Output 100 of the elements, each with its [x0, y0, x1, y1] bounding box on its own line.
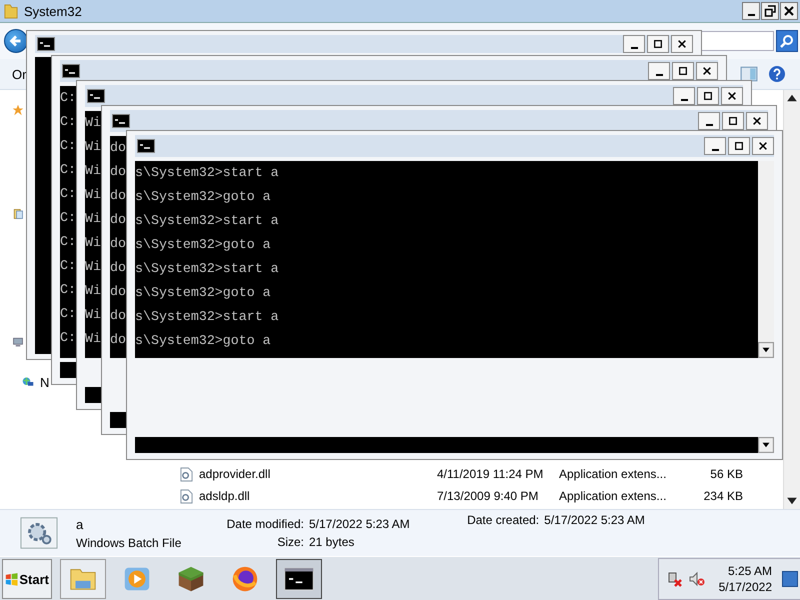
- network-error-icon[interactable]: [666, 571, 683, 587]
- maximize-button[interactable]: [722, 112, 744, 130]
- console-line: C:: [60, 113, 76, 131]
- console-line: C:: [60, 305, 76, 323]
- star-icon[interactable]: [12, 104, 24, 116]
- minimize-button[interactable]: [673, 87, 695, 105]
- console-line: s\System32>start a: [135, 164, 279, 182]
- close-icon: [677, 39, 687, 49]
- restore-button[interactable]: [761, 2, 779, 20]
- gear-file-icon: [20, 516, 58, 550]
- minimize-icon: [680, 99, 688, 101]
- start-button[interactable]: Start: [2, 559, 52, 599]
- console-line: s\System32>goto a: [135, 188, 271, 206]
- console-line: C:: [60, 329, 76, 347]
- console-line: Wi: [85, 258, 101, 276]
- field-value: 21 bytes: [309, 535, 356, 549]
- file-type: Application extens...: [559, 467, 668, 481]
- close-icon: [758, 141, 768, 151]
- console-line: Wi: [85, 162, 101, 180]
- scroll-down-button[interactable]: [758, 342, 774, 358]
- library-icon[interactable]: [12, 208, 24, 220]
- console-line: s\System32>start a: [135, 308, 279, 326]
- console-line: do: [110, 211, 126, 229]
- network-icon[interactable]: [22, 376, 34, 388]
- console-line: s\System32>start a: [135, 260, 279, 278]
- console-line: C:: [60, 161, 76, 179]
- grass-block-icon: [176, 564, 206, 594]
- console-line: s\System32>start a: [135, 212, 279, 230]
- console-line: s\System32>goto a: [135, 332, 271, 350]
- maximize-button[interactable]: [647, 35, 669, 53]
- console-line: C:: [60, 89, 76, 107]
- maximize-button[interactable]: [697, 87, 719, 105]
- help-icon[interactable]: [768, 65, 786, 83]
- console-line: Wi: [85, 210, 101, 228]
- console-line: do: [110, 187, 126, 205]
- maximize-icon: [703, 91, 713, 101]
- nav-label[interactable]: N: [40, 374, 50, 390]
- maximize-button[interactable]: [672, 62, 694, 80]
- console-line: do: [110, 163, 126, 181]
- minimize-button[interactable]: [648, 62, 670, 80]
- window-title: System32: [24, 4, 83, 18]
- field-label: Date modified:: [226, 517, 304, 531]
- console-line: Wi: [85, 186, 101, 204]
- minimize-button[interactable]: [698, 112, 720, 130]
- browser-icon: [230, 564, 260, 594]
- console-line: Wi: [85, 138, 101, 156]
- scroll-down-button[interactable]: [758, 437, 774, 453]
- file-type: Windows Batch File: [76, 536, 182, 550]
- clock-time[interactable]: 5:25 AM: [728, 564, 772, 578]
- minimize-icon: [712, 149, 718, 151]
- close-button[interactable]: [752, 137, 774, 155]
- organize-menu[interactable]: Or: [10, 66, 28, 82]
- console-app-button[interactable]: [276, 559, 322, 599]
- windows-flag-icon: [5, 571, 18, 587]
- field-value: 5/17/2022 5:23 AM: [309, 517, 411, 531]
- console-line: Wi: [85, 330, 101, 348]
- maximize-icon: [653, 39, 663, 49]
- close-button[interactable]: [746, 112, 768, 130]
- minimize-button[interactable]: [704, 137, 726, 155]
- close-icon: [727, 91, 737, 101]
- file-name[interactable]: adsldp.dll: [199, 489, 437, 503]
- maximize-icon: [678, 66, 688, 76]
- volume-muted-icon[interactable]: [688, 571, 705, 587]
- minimize-icon: [630, 47, 638, 49]
- file-size: 234 KB: [702, 489, 743, 503]
- console-line: do: [110, 139, 126, 157]
- clock-date[interactable]: 5/17/2022: [718, 580, 772, 594]
- close-button[interactable]: [671, 35, 693, 53]
- close-button[interactable]: [721, 87, 743, 105]
- console-line: Wi: [85, 282, 101, 300]
- console-line: C:: [60, 233, 76, 251]
- console-icon: [37, 37, 55, 51]
- console-line: C:: [60, 209, 76, 227]
- file-name[interactable]: adprovider.dll: [199, 467, 437, 481]
- minimize-button[interactable]: [742, 2, 760, 20]
- maximize-button[interactable]: [728, 137, 750, 155]
- file-name: a: [76, 516, 84, 532]
- computer-icon[interactable]: [12, 336, 24, 348]
- maximize-icon: [728, 116, 738, 126]
- console-line: C:: [60, 257, 76, 275]
- gear-file-icon: [180, 466, 193, 482]
- close-icon: [752, 116, 762, 126]
- console-line: do: [110, 283, 126, 301]
- console-line: Wi: [85, 234, 101, 252]
- folder-icon: [4, 2, 18, 20]
- close-button[interactable]: [780, 2, 798, 20]
- scrollbar[interactable]: [783, 90, 800, 509]
- search-button[interactable]: [776, 30, 798, 52]
- console-icon: [112, 114, 130, 128]
- minimize-button[interactable]: [623, 35, 645, 53]
- minimize-icon: [748, 14, 754, 16]
- search-field[interactable]: [699, 31, 774, 51]
- file-date: 4/11/2019 11:24 PM: [437, 467, 544, 481]
- field-label: Size:: [276, 535, 304, 549]
- back-button[interactable]: [4, 29, 28, 53]
- close-button[interactable]: [696, 62, 718, 80]
- console-icon: [62, 64, 80, 78]
- console-line: s\System32>goto a: [135, 236, 271, 254]
- file-type: Application extens...: [559, 489, 668, 503]
- maximize-icon: [734, 141, 744, 151]
